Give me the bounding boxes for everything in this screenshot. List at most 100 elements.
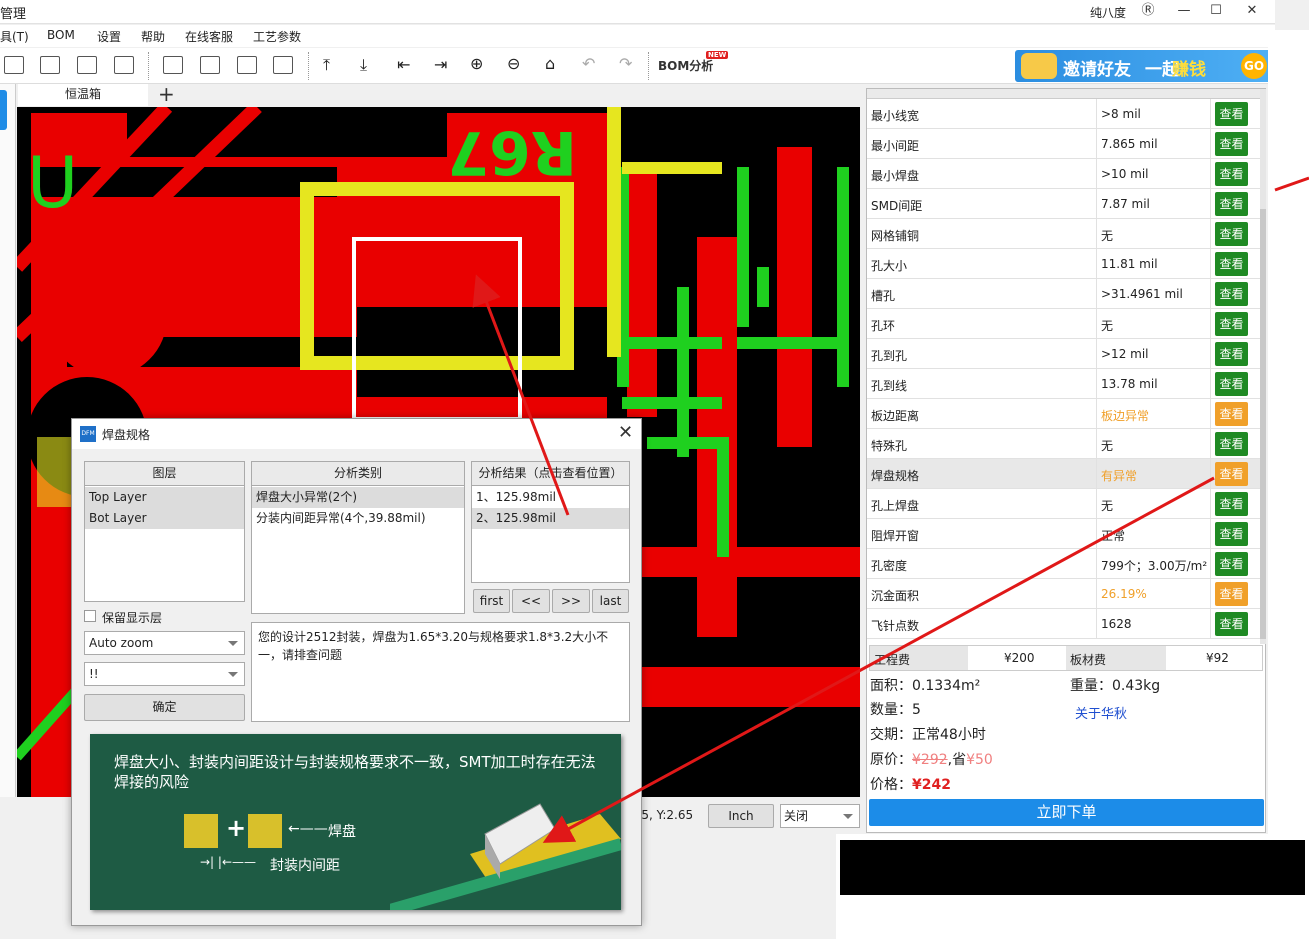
layer-select[interactable]: 关闭 xyxy=(780,804,860,828)
next-button[interactable]: >> xyxy=(552,589,590,613)
first-button[interactable]: first xyxy=(473,589,510,613)
rule-name: SMD间距 xyxy=(871,199,923,213)
result-list-header: 分析结果（点击查看位置） xyxy=(472,462,629,486)
view-button[interactable]: 查看 xyxy=(1215,402,1248,426)
tab-thermostat[interactable]: 恒温箱 xyxy=(18,84,148,106)
rule-name: 孔密度 xyxy=(871,559,908,573)
rule-name: 孔环 xyxy=(871,319,896,333)
menu-process-params[interactable]: 工艺参数 xyxy=(253,28,301,45)
table-row: 孔到线 13.78 mil 查看 xyxy=(867,369,1260,399)
view-button[interactable]: 查看 xyxy=(1215,312,1248,336)
account-icon[interactable]: Ⓡ xyxy=(1136,1,1160,21)
board-icon[interactable] xyxy=(4,56,24,74)
list-item[interactable]: 2、125.98mil xyxy=(472,508,629,529)
download-icon[interactable]: ⤓ xyxy=(360,55,367,75)
view-button[interactable]: 查看 xyxy=(1215,222,1248,246)
table-row: 阻焊开窗 正常 查看 xyxy=(867,519,1260,549)
scrollbar-thumb[interactable] xyxy=(1260,209,1266,639)
layer-icon[interactable] xyxy=(77,56,97,74)
table-row: 沉金面积 26.19% 查看 xyxy=(867,579,1260,609)
table-row: 焊盘规格 有异常 查看 xyxy=(867,459,1260,489)
grid-icon[interactable] xyxy=(163,56,183,74)
view-button[interactable]: 查看 xyxy=(1215,162,1248,186)
transistor-icon[interactable] xyxy=(273,56,293,74)
eng-fee-label: 工程费 xyxy=(874,653,911,667)
toolbar-separator xyxy=(148,52,149,80)
view-button[interactable]: 查看 xyxy=(1215,582,1248,606)
view-button[interactable]: 查看 xyxy=(1215,612,1248,636)
rule-value: 11.81 mil xyxy=(1101,257,1158,271)
prev-button[interactable]: << xyxy=(512,589,550,613)
order-now-button[interactable]: 立即下单 xyxy=(869,799,1264,826)
view-button[interactable]: 查看 xyxy=(1215,252,1248,276)
invite-banner[interactable]: 邀请好友 一起 赚钱 GO xyxy=(1015,50,1273,82)
silk-label: U xyxy=(27,142,78,224)
dfm-result-panel: 最小线宽 >8 mil 查看 最小间距 7.865 mil 查看 最小焊盘 >10 mil 查看… xyxy=(866,88,1266,833)
rule-name: 槽孔 xyxy=(871,289,896,303)
ruler-icon[interactable] xyxy=(114,56,134,74)
maximize-icon[interactable]: ☐ xyxy=(1204,1,1228,21)
close-icon[interactable]: ✕ xyxy=(618,422,633,443)
table-row: 飞针点数 1628 查看 xyxy=(867,609,1260,639)
list-item[interactable]: Bot Layer xyxy=(85,508,244,529)
user-name[interactable]: 纯八度 xyxy=(1090,4,1126,21)
undo-icon[interactable]: ↶ xyxy=(582,54,595,73)
view-button[interactable]: 查看 xyxy=(1215,132,1248,156)
rule-name: 焊盘规格 xyxy=(871,469,920,483)
view-button[interactable]: 查看 xyxy=(1215,522,1248,546)
ok-button[interactable]: 确定 xyxy=(84,694,245,721)
rule-value: 有异常 xyxy=(1101,469,1138,483)
scrollbar[interactable] xyxy=(1260,89,1266,644)
view-button[interactable]: 查看 xyxy=(1215,552,1248,576)
view-button[interactable]: 查看 xyxy=(1215,342,1248,366)
view-button[interactable]: 查看 xyxy=(1215,102,1248,126)
list-item[interactable]: Top Layer xyxy=(85,487,244,508)
upload-icon[interactable]: ⤒ xyxy=(323,55,330,75)
align-right-icon[interactable]: ⇥ xyxy=(434,55,447,74)
last-button[interactable]: last xyxy=(592,589,629,613)
layer-select-value: 关闭 xyxy=(784,809,809,823)
view-button[interactable]: 查看 xyxy=(1215,462,1248,486)
unit-button[interactable]: Inch xyxy=(708,804,774,828)
menu-online-service[interactable]: 在线客服 xyxy=(185,28,233,45)
zoom-out-icon[interactable]: ⊖ xyxy=(507,54,520,73)
list-item[interactable]: 分装内间距异常(4个,39.88mil) xyxy=(252,508,464,529)
redo-icon[interactable]: ↷ xyxy=(619,54,632,73)
zoom-in-icon[interactable]: ⊕ xyxy=(470,54,483,73)
rule-value: 7.865 mil xyxy=(1101,137,1158,151)
zoom-select[interactable]: Auto zoom xyxy=(84,631,245,655)
keep-layer-checkbox[interactable] xyxy=(84,610,96,622)
list-item[interactable]: 焊盘大小异常(2个) xyxy=(252,487,464,508)
view-button[interactable]: 查看 xyxy=(1215,192,1248,216)
side-tab[interactable] xyxy=(0,90,7,130)
menu-bom[interactable]: BOM xyxy=(47,28,75,42)
bom-analysis-button[interactable]: BOM分析 xyxy=(658,57,713,74)
go-button[interactable]: GO xyxy=(1241,53,1267,79)
mark-select[interactable]: !! xyxy=(84,662,245,686)
view-button[interactable]: 查看 xyxy=(1215,492,1248,516)
align-left-icon[interactable]: ⇤ xyxy=(397,55,410,74)
menu-settings[interactable]: 设置 xyxy=(97,28,121,45)
view-button[interactable]: 查看 xyxy=(1215,432,1248,456)
menu-help[interactable]: 帮助 xyxy=(141,28,165,45)
resistor-icon[interactable] xyxy=(237,56,257,74)
close-icon[interactable]: ✕ xyxy=(1240,1,1264,21)
tab-bar: 恒温箱 + xyxy=(0,82,860,106)
area-text: 面积：0.1334m² xyxy=(870,678,981,694)
menu-tools[interactable]: 具(T) xyxy=(0,28,29,45)
view-button[interactable]: 查看 xyxy=(1215,282,1248,306)
rule-value: >31.4961 mil xyxy=(1101,287,1183,301)
about-link[interactable]: 关于华秋 xyxy=(1075,703,1127,722)
list-item[interactable]: 1、125.98mil xyxy=(472,487,629,508)
dfm-icon: DFM xyxy=(80,426,96,442)
chip-icon[interactable] xyxy=(200,56,220,74)
minimize-icon[interactable]: — xyxy=(1172,1,1196,21)
table-row: 孔密度 799个；3.00万/m² 查看 xyxy=(867,549,1260,579)
chevron-down-icon xyxy=(228,672,238,677)
rule-name: 最小间距 xyxy=(871,139,920,153)
home-icon[interactable]: ⌂ xyxy=(545,54,555,73)
add-tab-button[interactable]: + xyxy=(158,82,175,106)
view-button[interactable]: 查看 xyxy=(1215,372,1248,396)
route-icon[interactable] xyxy=(40,56,60,74)
table-row: 孔上焊盘 无 查看 xyxy=(867,489,1260,519)
